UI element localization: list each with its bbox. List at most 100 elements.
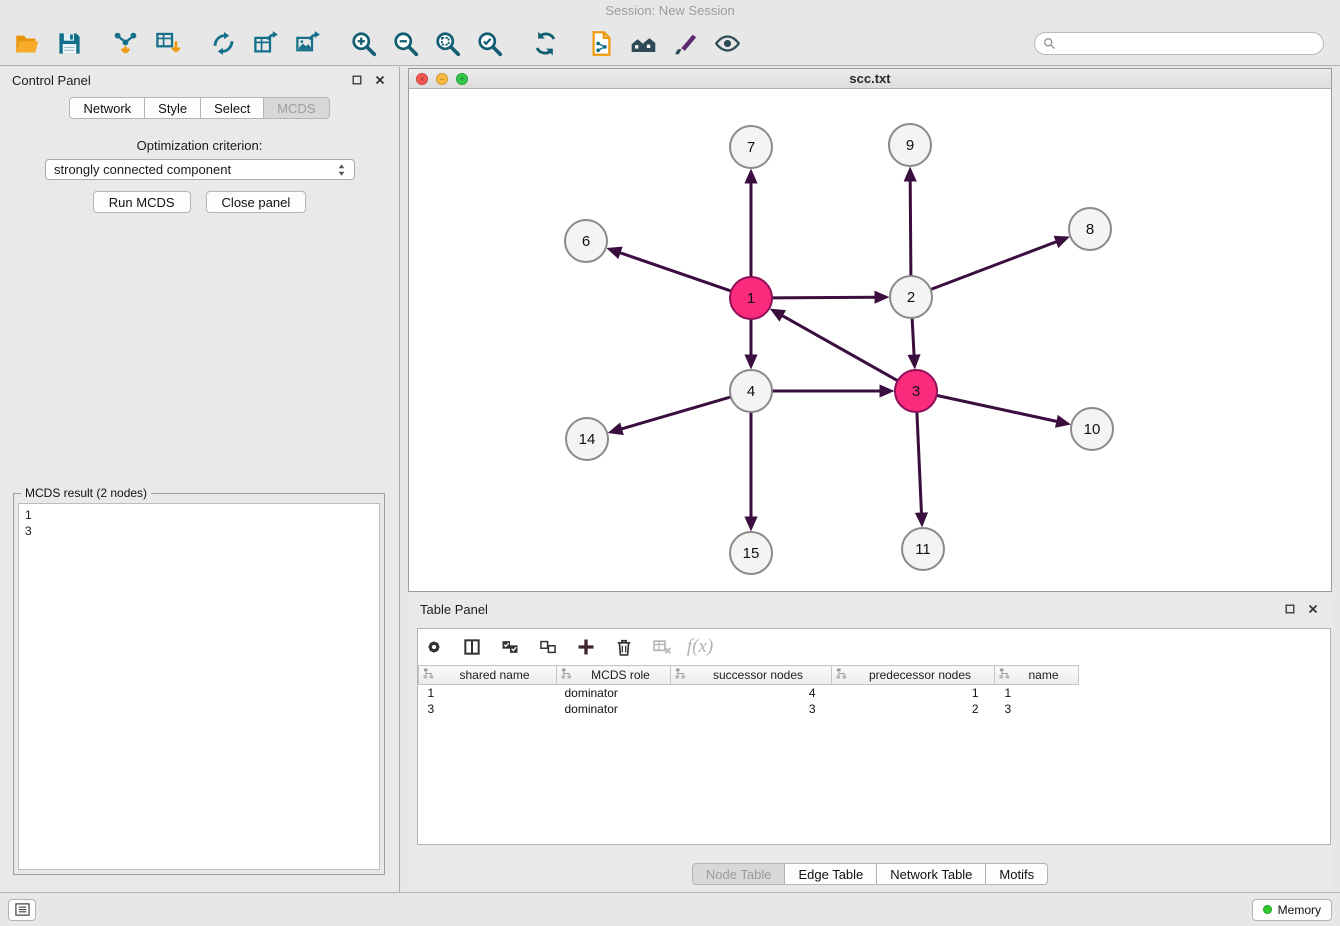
zoom-window-icon[interactable]: + [456, 73, 468, 85]
graph-node-7[interactable]: 7 [730, 126, 772, 168]
svg-text:3: 3 [912, 383, 920, 400]
float-panel-icon[interactable] [350, 73, 364, 87]
graph-edge-3-1[interactable] [782, 315, 898, 381]
layout-document-icon[interactable] [584, 28, 618, 60]
delete-column-icon[interactable] [612, 635, 636, 659]
svg-text:14: 14 [579, 431, 596, 448]
import-network-icon[interactable] [108, 28, 142, 60]
table-tab-network-table[interactable]: Network Table [877, 863, 986, 885]
network-window-titlebar[interactable]: × − + scc.txt [409, 69, 1331, 89]
zoom-selected-icon[interactable] [472, 28, 506, 60]
close-table-panel-icon[interactable] [1306, 602, 1320, 616]
graph-node-4[interactable]: 4 [730, 370, 772, 412]
control-panel-title: Control Panel [12, 73, 91, 88]
table-cell[interactable]: 1 [419, 685, 557, 701]
table-cell[interactable]: 3 [419, 701, 557, 717]
graph-node-1[interactable]: 1 [730, 277, 772, 319]
close-panel-icon[interactable] [373, 73, 387, 87]
window-traffic-lights: × − + [416, 73, 468, 85]
open-file-icon[interactable] [10, 28, 44, 60]
refresh-layout-icon[interactable] [528, 28, 562, 60]
tab-network[interactable]: Network [69, 97, 145, 119]
table-cell[interactable]: 1 [995, 685, 1079, 701]
deselect-all-icon[interactable] [536, 635, 560, 659]
graph-node-8[interactable]: 8 [1069, 208, 1111, 250]
run-mcds-button[interactable]: Run MCDS [93, 191, 191, 213]
column-header-label: predecessor nodes [850, 668, 990, 682]
graph-node-6[interactable]: 6 [565, 220, 607, 262]
graph-node-15[interactable]: 15 [730, 532, 772, 574]
show-hide-panel-icon[interactable] [710, 28, 744, 60]
zoom-in-icon[interactable] [346, 28, 380, 60]
settings-gear-icon[interactable] [422, 635, 446, 659]
zoom-out-icon[interactable] [388, 28, 422, 60]
show-panels-icon[interactable] [8, 899, 36, 921]
column-header-successor-nodes[interactable]: successor nodes [671, 666, 832, 685]
column-header-shared-name[interactable]: shared name [419, 666, 557, 685]
table-tab-edge-table[interactable]: Edge Table [785, 863, 877, 885]
memory-button[interactable]: Memory [1252, 899, 1332, 921]
optimization-select[interactable]: strongly connected component [45, 159, 355, 180]
tab-mcds[interactable]: MCDS [264, 97, 329, 119]
table-cell[interactable]: 3 [671, 701, 832, 717]
column-header-label: MCDS role [575, 668, 666, 682]
search-input[interactable] [1061, 37, 1315, 51]
graph-edge-2-3[interactable] [912, 318, 914, 356]
table-cell[interactable]: dominator [557, 701, 671, 717]
column-header-mcds-role[interactable]: MCDS role [557, 666, 671, 685]
minimize-window-icon[interactable]: − [436, 73, 448, 85]
table-cell[interactable]: 4 [671, 685, 832, 701]
zoom-fit-icon[interactable] [430, 28, 464, 60]
close-panel-button[interactable]: Close panel [206, 191, 307, 213]
toolbar-group [528, 28, 562, 60]
table-cell[interactable]: 3 [995, 701, 1079, 717]
table-cell[interactable]: 1 [832, 685, 995, 701]
add-column-icon[interactable] [574, 635, 598, 659]
network-window-title: scc.txt [849, 71, 890, 86]
graph-node-2[interactable]: 2 [890, 276, 932, 318]
save-session-icon[interactable] [52, 28, 86, 60]
close-window-icon[interactable]: × [416, 73, 428, 85]
export-table-icon[interactable] [248, 28, 282, 60]
tab-select[interactable]: Select [201, 97, 264, 119]
float-table-panel-icon[interactable] [1283, 602, 1297, 616]
annotation-icon[interactable] [668, 28, 702, 60]
graph-node-10[interactable]: 10 [1071, 408, 1113, 450]
column-header-label: successor nodes [689, 668, 827, 682]
delete-table-icon[interactable] [650, 635, 674, 659]
network-canvas[interactable]: 7 9 6 8 1 2 4 3 14 10 15 11 [409, 89, 1331, 591]
graph-edge-1-2[interactable] [772, 297, 876, 298]
graph-node-9[interactable]: 9 [889, 124, 931, 166]
graph-node-3[interactable]: 3 [895, 370, 937, 412]
graph-node-14[interactable]: 14 [566, 418, 608, 460]
search-box[interactable] [1034, 32, 1324, 55]
table-row[interactable]: 3dominator323 [419, 701, 1331, 717]
table-row[interactable]: 1dominator411 [419, 685, 1331, 701]
toolbar-group [346, 28, 506, 60]
first-neighbors-icon[interactable] [626, 28, 660, 60]
mcds-result-line: 3 [25, 523, 373, 539]
mcds-result-list[interactable]: 13 [18, 503, 380, 870]
graph-edge-2-8[interactable] [931, 241, 1058, 289]
graph-edge-2-9[interactable] [910, 180, 911, 276]
column-header-name[interactable]: name [995, 666, 1079, 685]
tab-style[interactable]: Style [145, 97, 201, 119]
table-header-row: shared name MCDS role successor nodes prede… [419, 666, 1331, 685]
graph-node-11[interactable]: 11 [902, 528, 944, 570]
import-table-icon[interactable] [150, 28, 184, 60]
column-header-predecessor-nodes[interactable]: predecessor nodes [832, 666, 995, 685]
graph-edge-3-11[interactable] [917, 412, 922, 514]
table-cell[interactable]: 2 [832, 701, 995, 717]
graph-edge-1-6[interactable] [619, 252, 731, 291]
column-visibility-icon[interactable] [460, 635, 484, 659]
graph-edge-4-14[interactable] [621, 397, 731, 429]
select-all-icon[interactable] [498, 635, 522, 659]
export-network-icon[interactable] [206, 28, 240, 60]
table-cell[interactable]: dominator [557, 685, 671, 701]
function-builder-icon[interactable]: f(x) [688, 635, 712, 659]
graph-edge-3-10[interactable] [937, 395, 1058, 421]
export-image-icon[interactable] [290, 28, 324, 60]
table-tab-motifs[interactable]: Motifs [986, 863, 1048, 885]
table-tab-node-table[interactable]: Node Table [692, 863, 786, 885]
mcds-buttons-row: Run MCDS Close panel [0, 191, 399, 213]
